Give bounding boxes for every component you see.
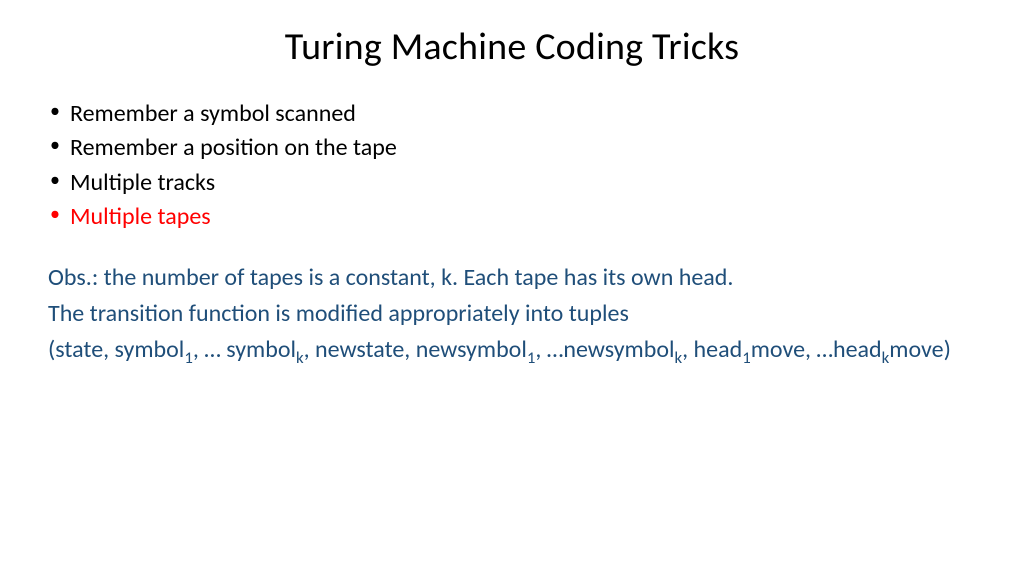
observation-block: Obs.: the number of tapes is a constant,…: [48, 262, 976, 367]
bullet-item-highlight: Multiple tapes: [48, 201, 976, 233]
bullet-item: Remember a position on the tape: [48, 132, 976, 164]
bullet-item: Remember a symbol scanned: [48, 98, 976, 130]
tuple-text: , head: [682, 335, 742, 364]
observation-tuple: (state, symbol1, … symbolk, newstate, ne…: [48, 334, 976, 366]
tuple-text: , newstate, newsymbol: [304, 335, 527, 364]
bullet-item: Multiple tracks: [48, 167, 976, 199]
observation-line: The transition function is modified appr…: [48, 298, 976, 330]
slide-title: Turing Machine Coding Tricks: [48, 24, 976, 70]
tuple-text: move, …head: [751, 335, 882, 364]
observation-line: Obs.: the number of tapes is a constant,…: [48, 262, 976, 294]
subscript: k: [675, 347, 683, 368]
subscript: 1: [742, 347, 751, 368]
slide: Turing Machine Coding Tricks Remember a …: [0, 0, 1024, 576]
subscript: 1: [184, 347, 193, 368]
tuple-text: , …newsymbol: [535, 335, 674, 364]
tuple-text: , … symbol: [193, 335, 296, 364]
bullet-list: Remember a symbol scanned Remember a pos…: [48, 98, 976, 234]
tuple-text: move): [889, 335, 951, 364]
subscript: k: [296, 347, 304, 368]
tuple-text: (state, symbol: [48, 335, 184, 364]
